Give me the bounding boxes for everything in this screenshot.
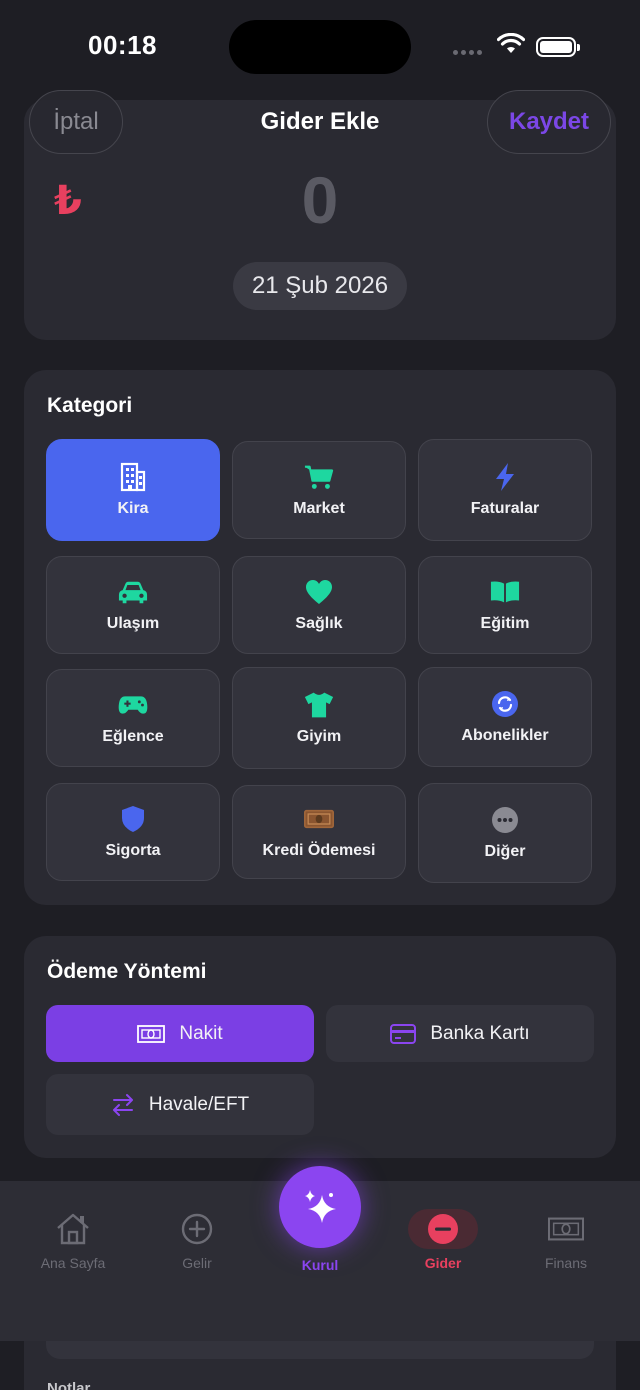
kurul-label: Kurul: [301, 1257, 339, 1273]
book-icon: [490, 577, 520, 607]
home-icon: [55, 1211, 91, 1247]
category-label: Faturalar: [470, 500, 540, 517]
car-icon: [118, 577, 148, 607]
status-time: 00:18: [88, 30, 157, 60]
bolt-icon: [490, 462, 520, 492]
category-eglence[interactable]: Eğlence: [46, 669, 220, 767]
category-label: Ulaşım: [106, 615, 160, 632]
category-label: Kira: [117, 500, 149, 517]
dynamic-island: [229, 20, 411, 74]
category-egitim[interactable]: Eğitim: [418, 556, 592, 654]
save-button[interactable]: Kaydet: [487, 90, 611, 154]
shield-icon: [118, 804, 148, 834]
header: İptal Gider Ekle Kaydet: [0, 88, 640, 158]
tab-gider[interactable]: Gider: [388, 1209, 498, 1271]
tab-ana-sayfa[interactable]: Ana Sayfa: [18, 1211, 128, 1271]
refresh-icon: [490, 689, 520, 719]
category-card: Kategori Kira Market Faturalar Ulaşım Sa…: [24, 370, 616, 905]
category-label: Abonelikler: [461, 727, 549, 744]
transfer-icon: [112, 1093, 133, 1116]
category-diger[interactable]: Diğer: [418, 783, 592, 883]
payment-label: Nakit: [179, 1022, 223, 1044]
notes-field[interactable]: [46, 1339, 594, 1359]
signal-icon: [453, 50, 482, 55]
card-icon: [390, 1023, 417, 1044]
category-label: Eğitim: [480, 615, 530, 632]
notes-card: [24, 1339, 616, 1390]
tab-finans[interactable]: Finans: [511, 1211, 621, 1271]
amount-input[interactable]: 0: [24, 162, 616, 238]
status-bar: 00:18: [0, 0, 640, 92]
tab-label: Gider: [424, 1255, 462, 1271]
kurul-button[interactable]: [279, 1166, 361, 1248]
category-label: Market: [293, 500, 345, 517]
category-label: Kredi Ödemesi: [262, 842, 376, 859]
battery-icon: [536, 37, 580, 57]
payment-method-card: Ödeme Yöntemi Nakit Banka Kartı Havale/E…: [24, 936, 616, 1158]
building-icon: [118, 462, 148, 492]
category-saglik[interactable]: Sağlık: [232, 556, 406, 654]
category-abonelikler[interactable]: Abonelikler: [418, 667, 592, 767]
category-kredi-odemesi[interactable]: Kredi Ödemesi: [232, 785, 406, 879]
more-icon: [490, 805, 520, 835]
category-faturalar[interactable]: Faturalar: [418, 439, 592, 541]
payment-banka-karti-button[interactable]: Banka Kartı: [326, 1005, 594, 1062]
category-kira[interactable]: Kira: [46, 439, 220, 541]
plus-circle-icon: [179, 1211, 215, 1247]
banknote-icon: [548, 1211, 584, 1247]
payment-nakit-button[interactable]: Nakit: [46, 1005, 314, 1062]
date-picker[interactable]: 21 Şub 2026: [233, 262, 407, 310]
sparkles-icon: [305, 1190, 336, 1223]
category-label: Eğlence: [102, 728, 164, 745]
payment-havale-button[interactable]: Havale/EFT: [46, 1074, 314, 1135]
payment-title: Ödeme Yöntemi: [47, 960, 207, 983]
wifi-icon: [497, 33, 525, 53]
category-market[interactable]: Market: [232, 441, 406, 539]
category-label: Giyim: [296, 728, 342, 745]
payment-label: Havale/EFT: [148, 1093, 250, 1115]
cart-icon: [304, 462, 334, 492]
category-label: Sağlık: [295, 615, 343, 632]
tab-gelir[interactable]: Gelir: [142, 1211, 252, 1271]
category-label: Diğer: [484, 843, 526, 860]
tab-label: Finans: [544, 1255, 588, 1271]
banknote-icon: [304, 804, 334, 834]
heart-icon: [304, 577, 334, 607]
category-label: Sigorta: [105, 842, 161, 859]
category-sigorta[interactable]: Sigorta: [46, 783, 220, 881]
tshirt-icon: [304, 690, 334, 720]
category-giyim[interactable]: Giyim: [232, 667, 406, 769]
tab-label: Ana Sayfa: [40, 1255, 106, 1271]
category-ulasim[interactable]: Ulaşım: [46, 556, 220, 654]
notes-label: Notlar: [47, 1380, 91, 1390]
category-title: Kategori: [47, 394, 133, 417]
cash-icon: [137, 1024, 166, 1043]
tab-label: Gelir: [182, 1255, 212, 1271]
minus-circle-icon: [408, 1209, 478, 1249]
gamepad-icon: [118, 690, 148, 720]
payment-label: Banka Kartı: [430, 1022, 530, 1044]
